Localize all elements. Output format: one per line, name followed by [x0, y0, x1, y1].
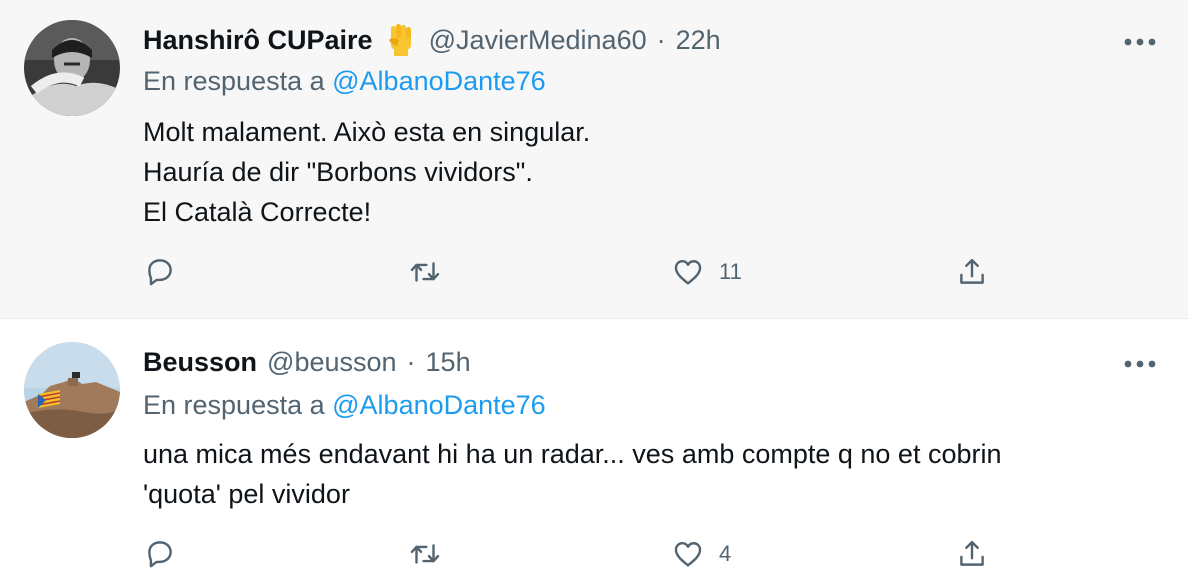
tweet-text: Molt malament. Això esta en singular. Ha…	[143, 112, 590, 232]
avatar[interactable]	[24, 342, 120, 438]
heart-icon	[674, 542, 702, 567]
tweet-text-line: El Català Correcte!	[143, 197, 372, 227]
reply-prefix: En respuesta a	[143, 66, 325, 96]
tweet-text: una mica més endavant hi ha un radar... …	[143, 434, 1002, 514]
tweet-card[interactable]: Hanshirô CUPaire @JavierMedina60 · 22h E…	[0, 0, 1188, 318]
avatar[interactable]	[24, 20, 120, 116]
retweet-button[interactable]	[408, 534, 456, 574]
retweet-icon	[410, 262, 440, 282]
reply-icon	[148, 541, 172, 568]
raised-fist-icon	[383, 22, 419, 58]
timestamp[interactable]: 15h	[426, 347, 471, 378]
like-count: 11	[719, 259, 742, 284]
display-name[interactable]: Hanshirô CUPaire	[143, 25, 373, 56]
more-options-icon[interactable]	[1122, 35, 1158, 47]
retweet-icon	[410, 544, 440, 564]
share-icon	[960, 258, 984, 284]
more-options-icon[interactable]	[1122, 357, 1158, 369]
reply-mention-link[interactable]: @AlbanoDante76	[332, 390, 546, 420]
tweet-header: Hanshirô CUPaire @JavierMedina60 · 22h	[143, 20, 721, 60]
like-button[interactable]: 4	[671, 534, 731, 574]
tweet-text-line: Molt malament. Això esta en singular.	[143, 117, 591, 147]
display-name[interactable]: Beusson	[143, 347, 257, 378]
reply-prefix: En respuesta a	[143, 390, 325, 420]
like-count: 4	[719, 541, 732, 566]
reply-feed: Hanshirô CUPaire @JavierMedina60 · 22h E…	[0, 0, 1188, 586]
timestamp[interactable]: 22h	[676, 25, 721, 56]
tweet-card[interactable]: Beusson @beusson · 15h En respuesta a @A…	[0, 319, 1188, 586]
separator-dot: ·	[656, 24, 666, 55]
user-handle[interactable]: @beusson	[267, 347, 397, 378]
reply-button[interactable]	[143, 534, 191, 574]
share-icon	[960, 540, 984, 566]
user-handle[interactable]: @JavierMedina60	[429, 25, 647, 56]
reply-context: En respuesta a @AlbanoDante76	[143, 390, 546, 421]
share-button[interactable]	[955, 534, 989, 574]
reply-context: En respuesta a @AlbanoDante76	[143, 66, 546, 97]
retweet-button[interactable]	[408, 252, 456, 292]
share-button[interactable]	[955, 252, 989, 292]
reply-icon	[148, 259, 172, 286]
heart-icon	[674, 260, 702, 285]
tweet-actions: 4	[143, 534, 1023, 574]
tweet-text-line: una mica més endavant hi ha un radar... …	[143, 439, 1002, 469]
like-button[interactable]: 11	[671, 252, 742, 292]
tweet-header: Beusson @beusson · 15h	[143, 342, 471, 382]
separator-dot: ·	[406, 346, 416, 377]
tweet-actions: 11	[143, 252, 1023, 292]
reply-mention-link[interactable]: @AlbanoDante76	[332, 66, 546, 96]
reply-button[interactable]	[143, 252, 191, 292]
tweet-text-line: 'quota' pel vividor	[143, 479, 350, 509]
tweet-text-line: Hauría de dir "Borbons vividors".	[143, 157, 533, 187]
